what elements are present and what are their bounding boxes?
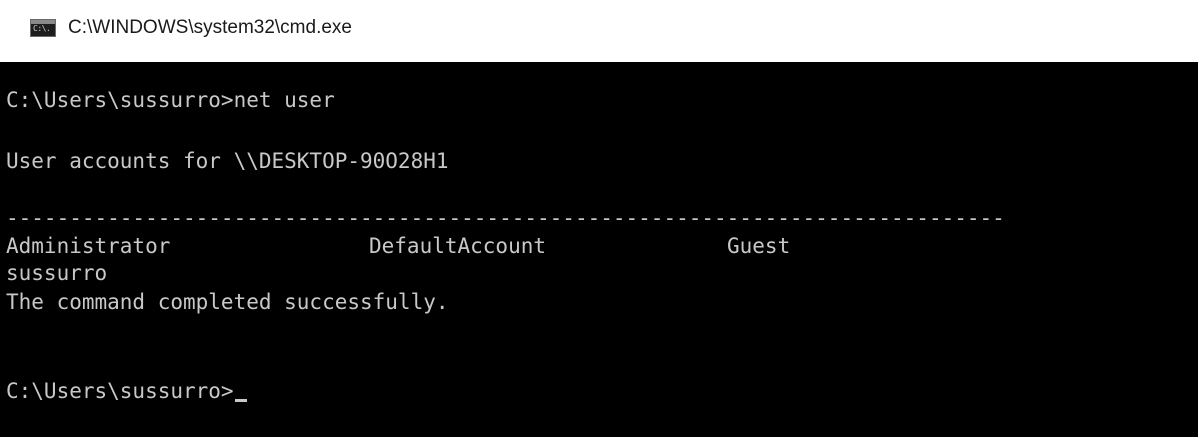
accounts-row: Administrator DefaultAccount Guest (6, 231, 790, 261)
console-output[interactable]: C:\Users\sussurro>net user User accounts… (0, 62, 1198, 437)
window-title: C:\WINDOWS\system32\cmd.exe (68, 17, 352, 38)
cmd-console-icon[interactable]: C:\. (30, 19, 56, 37)
text-cursor (234, 399, 247, 402)
accounts-header: User accounts for \\DESKTOP-90O28H1 (6, 149, 449, 173)
cmd-window: C:\. C:\WINDOWS\system32\cmd.exe C:\User… (0, 0, 1198, 437)
icon-glyph: C:\. (33, 24, 51, 33)
prompt-line: C:\Users\sussurro> (6, 376, 247, 406)
title-bar[interactable]: C:\. C:\WINDOWS\system32\cmd.exe (0, 0, 1198, 62)
status-message: The command completed successfully. (6, 290, 449, 314)
account-defaultaccount: DefaultAccount (369, 234, 547, 258)
command-line: C:\Users\sussurro>net user (6, 88, 335, 112)
account-guest: Guest (727, 234, 791, 258)
account-sussurro: sussurro (6, 261, 108, 285)
account-administrator: Administrator (6, 234, 171, 258)
prompt-text: C:\Users\sussurro> (6, 379, 234, 403)
separator-line: ----------------------------------------… (6, 206, 1005, 230)
